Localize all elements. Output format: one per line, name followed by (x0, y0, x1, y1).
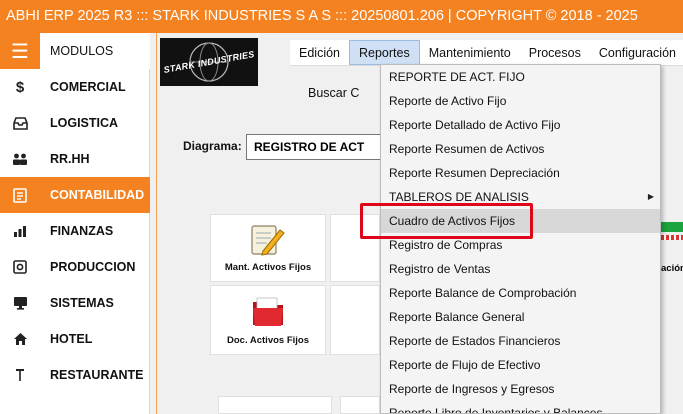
diagram-label: Diagrama: (183, 139, 242, 153)
reportes-dropdown-menu: REPORTE DE ACT. FIJO Reporte de Activo F… (380, 64, 661, 414)
sidebar-item-produccion[interactable]: PRODUCCION (0, 249, 150, 285)
monitor-icon (0, 296, 40, 310)
hamburger-icon[interactable]: ☰ (0, 33, 40, 69)
tile-partial[interactable] (340, 396, 380, 414)
sidebar-item-label: RESTAURANTE (50, 368, 144, 382)
sidebar-item-hotel[interactable]: HOTEL (0, 321, 150, 357)
search-label: Buscar C (308, 86, 360, 100)
menu-item-balance-general[interactable]: Reporte Balance General (381, 305, 660, 329)
sidebar-item-rrhh[interactable]: RR.HH (0, 141, 150, 177)
sidebar-item-label: CONTABILIDAD (50, 188, 145, 202)
tile-doc-activos-fijos[interactable]: Doc. Activos Fijos (210, 285, 326, 355)
menu-item-libro-inventarios[interactable]: Reporte Libro de Inventarios y Balances (381, 401, 660, 413)
tile-caption: Doc. Activos Fijos (227, 335, 309, 346)
green-indicator (661, 222, 683, 232)
tile-mant-activos-fijos[interactable]: Mant. Activos Fijos (210, 214, 326, 282)
sidebar-item-logistica[interactable]: LOGISTICA (0, 105, 150, 141)
menu-bar: Edición Reportes Mantenimiento Procesos … (290, 40, 683, 66)
menu-item-reporte-resumen-activos[interactable]: Reporte Resumen de Activos (381, 137, 660, 161)
dollar-icon: $ (15, 78, 25, 96)
window-title-bar: ABHI ERP 2025 R3 ::: STARK INDUSTRIES S … (0, 0, 683, 33)
menu-item-reporte-activo-fijo[interactable]: Reporte de Activo Fijo (381, 89, 660, 113)
menu-item-estados-financieros[interactable]: Reporte de Estados Financieros (381, 329, 660, 353)
submenu-arrow-icon: ▶ (647, 192, 654, 201)
sidebar-item-finanzas[interactable]: FINANZAS (0, 213, 150, 249)
window-title: ABHI ERP 2025 R3 ::: STARK INDUSTRIES S … (6, 8, 638, 24)
menu-item-ingresos-egresos[interactable]: Reporte de Ingresos y Egresos (381, 377, 660, 401)
tile-caption: Mant. Activos Fijos (224, 262, 312, 273)
inbox-icon (0, 116, 40, 130)
sidebar-item-label: LOGISTICA (50, 116, 119, 130)
tile-partial[interactable] (218, 396, 332, 414)
red-indicator (661, 235, 683, 240)
menu-edicion[interactable]: Edición (290, 40, 349, 65)
tile-partial[interactable] (330, 285, 380, 355)
menu-item-registro-ventas[interactable]: Registro de Ventas (381, 257, 660, 281)
sidebar-item-label: PRODUCCION (50, 260, 136, 274)
sidebar-item-comercial[interactable]: $ COMERCIAL (0, 69, 150, 105)
notepad-pencil-icon (251, 225, 285, 256)
sidebar-item-contabilidad[interactable]: CONTABILIDAD (0, 177, 150, 213)
menu-item-flujo-efectivo[interactable]: Reporte de Flujo de Efectivo (381, 353, 660, 377)
menu-item-reporte-resumen-depreciacion[interactable]: Reporte Resumen Depreciación (381, 161, 660, 185)
gear-box-icon (0, 260, 40, 274)
users-icon (0, 153, 40, 165)
sidebar-item-label: MODULOS (50, 44, 114, 58)
sidebar-item-label: SISTEMAS (50, 296, 114, 310)
sidebar-item-label: RR.HH (50, 152, 90, 166)
sidebar-item-label: COMERCIAL (50, 80, 126, 94)
company-logo: STARK INDUSTRIES (160, 38, 258, 86)
sidebar-item-label: FINANZAS (50, 224, 114, 238)
pin-icon (0, 368, 40, 382)
menu-item-balance-comprobacion[interactable]: Reporte Balance de Comprobación (381, 281, 660, 305)
red-folder-icon (253, 297, 283, 326)
menu-procesos[interactable]: Procesos (520, 40, 590, 65)
module-sidebar: ☰ MODULOS $ COMERCIAL LOGISTICA RR.HH CO… (0, 33, 150, 414)
tile-caption-partial: ación (661, 263, 683, 274)
menu-item-reporte-act-fijo[interactable]: REPORTE DE ACT. FIJO (381, 65, 660, 89)
menu-mantenimiento[interactable]: Mantenimiento (420, 40, 520, 65)
menu-item-label: TABLEROS DE ANALISIS (389, 190, 529, 204)
menu-configuracion[interactable]: Configuración (590, 40, 683, 65)
diagram-select[interactable]: REGISTRO DE ACT (246, 134, 386, 160)
ledger-icon (0, 187, 40, 203)
sidebar-item-restaurante[interactable]: RESTAURANTE (0, 357, 150, 393)
sidebar-item-sistemas[interactable]: SISTEMAS (0, 285, 150, 321)
sidebar-item-label: HOTEL (50, 332, 93, 346)
bar-chart-icon (0, 225, 40, 238)
home-icon (0, 332, 40, 346)
menu-item-reporte-detallado[interactable]: Reporte Detallado de Activo Fijo (381, 113, 660, 137)
sidebar-item-modulos[interactable]: ☰ MODULOS (0, 33, 150, 69)
menu-reportes[interactable]: Reportes (349, 40, 420, 65)
highlight-annotation-box (360, 203, 533, 239)
